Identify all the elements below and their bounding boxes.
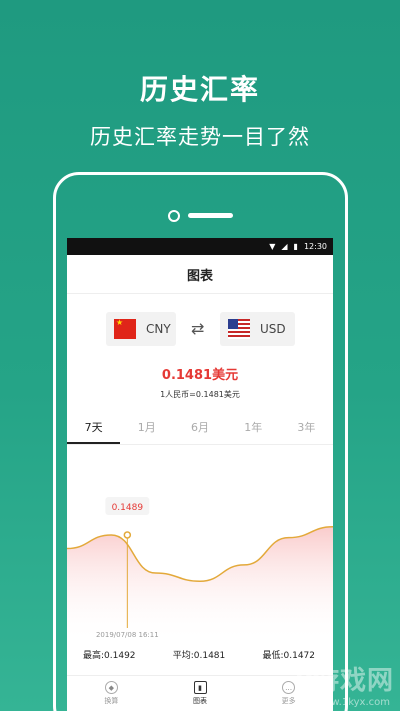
battery-icon: ▮ — [293, 242, 298, 251]
chart-tooltip-value: 0.1489 — [112, 503, 144, 513]
signal-icon: ◢ — [281, 242, 288, 251]
us-flag-icon — [228, 319, 250, 339]
nav-convert-label: 换算 — [104, 697, 119, 705]
tab-1y[interactable]: 1年 — [227, 413, 280, 444]
from-currency-button[interactable]: CNY — [106, 312, 176, 346]
nav-convert[interactable]: ◆ 换算 — [67, 676, 156, 711]
currency-selector: CNY ⇄ USD — [67, 312, 333, 346]
tab-3y[interactable]: 3年 — [280, 413, 333, 444]
nav-chart[interactable]: ▮ 图表 — [156, 676, 245, 711]
stat-average: 平均:0.1481 — [172, 651, 226, 661]
watermark-logo: k游戏网 — [294, 666, 394, 696]
swap-icon[interactable]: ⇄ — [191, 319, 204, 338]
more-icon: … — [282, 681, 296, 694]
rate-description: 1人民币=0.1481美元 — [160, 390, 240, 399]
page-title: 图表 — [67, 255, 333, 294]
phone-camera — [168, 210, 180, 222]
chart-point[interactable] — [123, 531, 132, 539]
status-bar: ▼ ◢ ▮ 12:30 — [67, 238, 333, 255]
app-screen: ▼ ◢ ▮ 12:30 图表 CNY ⇄ USD 0.1481美元 1人民币=0… — [67, 238, 333, 711]
status-time: 12:30 — [303, 242, 327, 251]
stat-high: 最高:0.1492 — [83, 651, 136, 661]
rate-stats: 最高:0.1492 平均:0.1481 最低:0.1472 — [67, 648, 333, 664]
bottom-nav: ◆ 换算 ▮ 图表 … 更多 — [67, 675, 333, 711]
tab-1m[interactable]: 1月 — [120, 413, 173, 444]
chart-area — [67, 526, 333, 643]
promo-title: 历史汇率 — [139, 73, 260, 106]
watermark-url: www.1kyx.com — [315, 697, 390, 708]
wifi-icon: ▼ — [269, 242, 276, 251]
rate-value: 0.1481美元 — [161, 368, 239, 383]
to-currency-code: USD — [260, 322, 286, 336]
nav-more-label: 更多 — [281, 697, 296, 705]
china-flag-icon — [114, 318, 136, 339]
to-currency-button[interactable]: USD — [220, 312, 295, 346]
promo-subtitle: 历史汇率走势一目了然 — [90, 125, 310, 149]
period-tabs: 7天 1月 6月 1年 3年 — [67, 413, 333, 445]
nav-chart-label: 图表 — [193, 697, 207, 705]
rate-chart[interactable]: 0.1489 2019/07/08 16:11 — [67, 453, 333, 643]
chart-tooltip-date: 2019/07/08 16:11 — [96, 631, 159, 639]
convert-icon: ◆ — [104, 681, 118, 694]
tab-6m[interactable]: 6月 — [173, 413, 226, 444]
chart-svg: 0.1489 2019/07/08 16:11 — [67, 496, 333, 643]
tab-7d[interactable]: 7天 — [67, 413, 121, 444]
from-currency-code: CNY — [146, 322, 171, 336]
phone-speaker — [188, 213, 233, 218]
chart-icon: ▮ — [193, 681, 207, 694]
